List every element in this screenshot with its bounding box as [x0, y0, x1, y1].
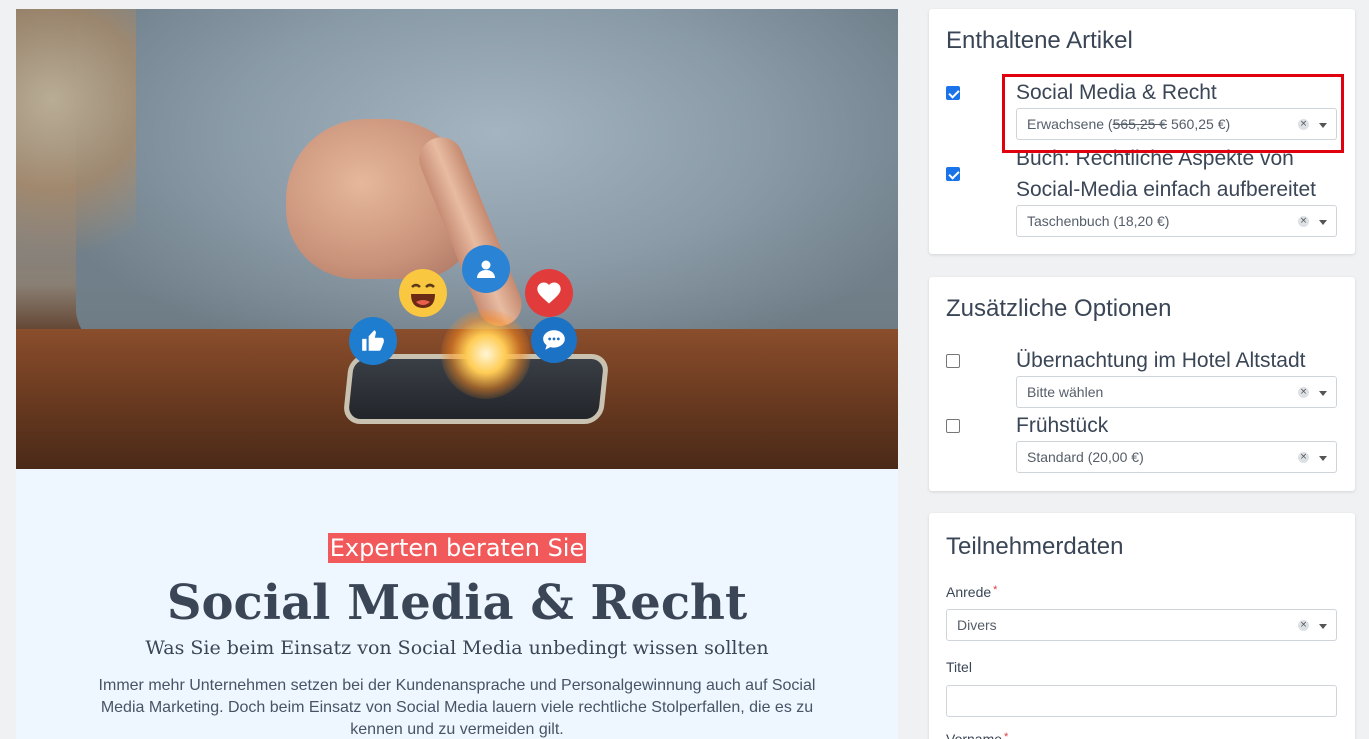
firstname-label: Vorname *	[946, 731, 1009, 739]
page-title: Social Media & Recht	[166, 575, 748, 631]
chevron-down-icon[interactable]	[1319, 220, 1327, 225]
clear-icon[interactable]: ×	[1298, 620, 1309, 631]
highlight-box	[1002, 74, 1344, 153]
chevron-down-icon[interactable]	[1319, 456, 1327, 461]
hero-image	[16, 9, 898, 469]
option-title-hotel: Übernachtung im Hotel Altstadt	[1016, 349, 1306, 372]
title-label: Titel	[946, 659, 972, 675]
book-format-value: Taschenbuch (18,20 €)	[1027, 213, 1170, 229]
tagline: Experten beraten Sie	[327, 533, 587, 563]
additional-options-card: Zusätzliche Optionen Übernachtung im Hot…	[929, 277, 1355, 491]
participant-data-card: Teilnehmerdaten Anrede * Divers × Titel V…	[929, 513, 1355, 739]
chat-bubble-icon	[531, 317, 577, 363]
laughing-emoji-icon	[399, 269, 447, 317]
breakfast-select[interactable]: Standard (20,00 €) ×	[1016, 441, 1337, 473]
participant-data-heading: Teilnehmerdaten	[946, 533, 1124, 560]
hotel-select[interactable]: Bitte wählen ×	[1016, 376, 1337, 408]
clear-icon[interactable]: ×	[1298, 216, 1309, 227]
item-checkbox-social-media[interactable]	[946, 86, 960, 100]
salutation-value: Divers	[957, 617, 997, 633]
chevron-down-icon[interactable]	[1319, 391, 1327, 396]
option-checkbox-hotel[interactable]	[946, 354, 960, 368]
included-items-heading: Enthaltene Artikel	[946, 27, 1133, 54]
title-input[interactable]	[946, 685, 1337, 717]
option-title-breakfast: Frühstück	[1016, 414, 1109, 437]
clear-icon[interactable]: ×	[1298, 452, 1309, 463]
item-checkbox-book[interactable]	[946, 167, 960, 181]
heart-icon	[525, 269, 573, 317]
event-intro: Experten beraten Sie Social Media & Rech…	[16, 469, 898, 739]
option-checkbox-breakfast[interactable]	[946, 419, 960, 433]
book-format-select[interactable]: Taschenbuch (18,20 €) ×	[1016, 205, 1337, 237]
user-icon	[462, 245, 510, 293]
thumbs-up-icon	[349, 317, 397, 365]
hotel-value: Bitte wählen	[1027, 384, 1104, 400]
event-description: Immer mehr Unternehmen setzen bei der Ku…	[98, 677, 816, 738]
clear-icon[interactable]: ×	[1298, 387, 1309, 398]
chevron-down-icon[interactable]	[1319, 624, 1327, 629]
breakfast-value: Standard (20,00 €)	[1027, 449, 1144, 465]
page-subtitle: Was Sie beim Einsatz von Social Media un…	[145, 637, 769, 659]
event-panel: Experten beraten Sie Social Media & Rech…	[16, 9, 898, 739]
additional-options-heading: Zusätzliche Optionen	[946, 295, 1172, 322]
salutation-select[interactable]: Divers ×	[946, 609, 1337, 641]
salutation-label: Anrede *	[946, 584, 998, 600]
